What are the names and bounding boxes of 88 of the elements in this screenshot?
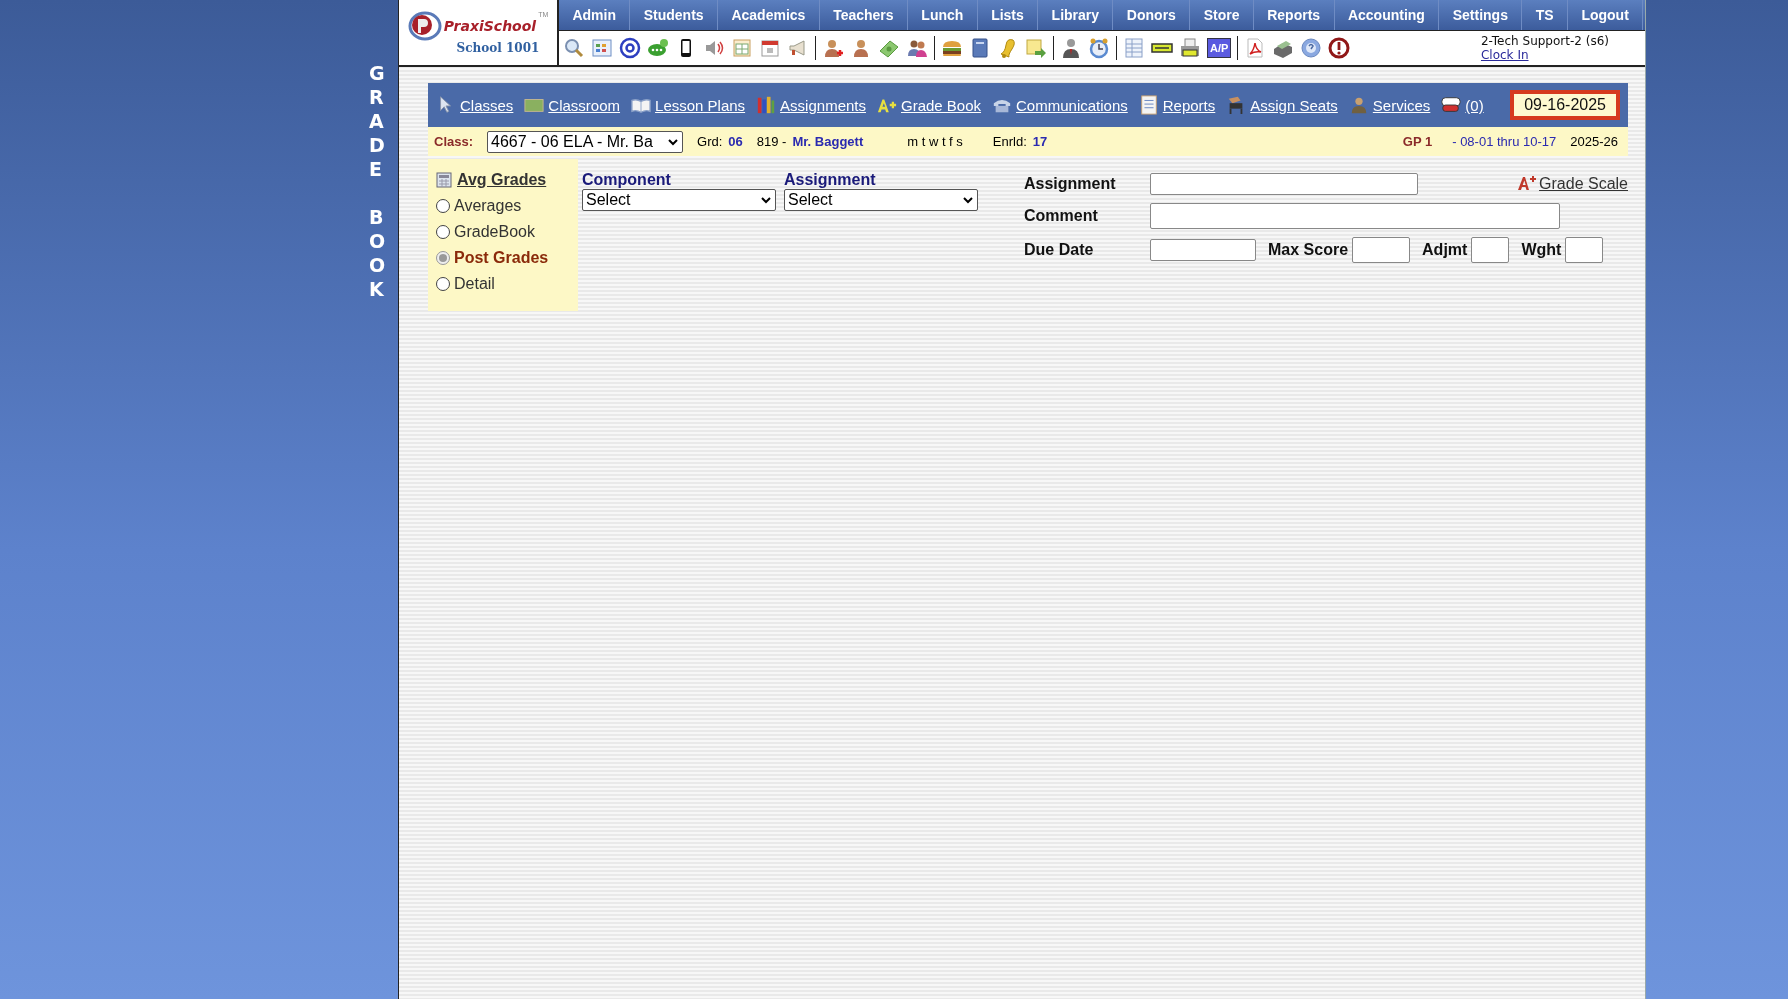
vertical-title: GRADE BOOK — [369, 63, 387, 302]
grading-period: GP 1 — [1402, 134, 1433, 149]
menu-item[interactable]: Admin — [559, 0, 631, 30]
field-label: Due Date — [1024, 241, 1095, 259]
alert-icon[interactable] — [1328, 37, 1351, 59]
menu-item[interactable]: Teachers — [819, 0, 908, 30]
class-label: Class: — [434, 134, 474, 149]
avg-grades-link[interactable]: Avg Grades — [457, 171, 547, 189]
nav-link[interactable]: Grade Book — [901, 96, 982, 114]
enrolled-count: 17 — [1032, 134, 1048, 149]
person-icon[interactable] — [1060, 37, 1082, 59]
grade-label: Grd: — [697, 134, 723, 149]
school-year: 2025-26 — [1570, 134, 1618, 149]
search-icon[interactable] — [563, 37, 585, 59]
chat-icon[interactable] — [1441, 95, 1462, 115]
field-label: Wght — [1521, 241, 1562, 259]
grid-icon[interactable] — [591, 37, 613, 59]
field-label: Adjmt — [1422, 241, 1468, 259]
view-option[interactable]: Averages — [436, 197, 570, 215]
clock-in-link[interactable]: Clock In — [1480, 48, 1529, 63]
field-label: Assignment — [1024, 175, 1117, 193]
printer-icon[interactable] — [1179, 37, 1201, 59]
menu-item[interactable]: Store — [1190, 0, 1254, 30]
note-arrow-icon[interactable] — [1025, 37, 1047, 59]
max-score-input[interactable] — [1352, 237, 1411, 263]
caret-icon — [962, 194, 974, 206]
nav-link[interactable]: Communications — [1016, 96, 1128, 114]
view-option[interactable]: Post Grades — [436, 249, 570, 267]
nav-link[interactable]: Lesson Plans — [655, 96, 746, 114]
date-display: 09-16-2025 — [1510, 90, 1620, 120]
person-plus-icon[interactable] — [822, 37, 844, 59]
assignment-input[interactable] — [1150, 173, 1418, 195]
calendar-icon[interactable] — [759, 37, 781, 59]
brand-name: PraxiSchool — [443, 17, 537, 34]
menu-item[interactable]: Lists — [977, 0, 1039, 30]
menu-item[interactable]: Reports — [1253, 0, 1335, 30]
view-option[interactable]: GradeBook — [436, 223, 570, 241]
nav-link[interactable]: Assignments — [780, 96, 866, 114]
nav-link[interactable]: Assign Seats — [1250, 96, 1338, 114]
radio-button[interactable] — [436, 225, 450, 239]
filter-select[interactable]: Select — [582, 189, 776, 211]
user-name: 2-Tech Support-2 (s6) — [1480, 33, 1609, 48]
books-icon[interactable] — [756, 95, 777, 115]
grade-scale-link[interactable]: Grade Scale — [1517, 175, 1628, 193]
caret-icon — [760, 194, 772, 206]
grade-value: 06 — [728, 134, 743, 149]
class-select[interactable]: 4667 - 06 ELA - Mr. Ba — [487, 130, 684, 153]
nav-link[interactable]: Services — [1372, 96, 1431, 114]
a-plus-icon — [1517, 175, 1538, 191]
calculator-icon — [436, 172, 452, 188]
menu-item[interactable]: Accounting — [1334, 0, 1440, 30]
period-dates: - 08-01 thru 10-17 — [1452, 134, 1557, 149]
radio-button[interactable] — [436, 199, 450, 213]
menu-item[interactable]: TS — [1522, 0, 1568, 30]
nav-link[interactable]: Classes — [460, 96, 514, 114]
field-label: Comment — [1024, 207, 1099, 225]
ap-badge[interactable]: A/P — [1207, 38, 1232, 58]
teacher-number: 819 - — [756, 134, 787, 149]
nav-link[interactable]: (0) — [1465, 96, 1484, 114]
notebook-icon[interactable] — [1138, 95, 1159, 115]
meeting-days: m t w t f s — [907, 134, 963, 149]
adjustment-input[interactable] — [1471, 237, 1510, 263]
comment-input[interactable] — [1150, 203, 1560, 229]
menu-item[interactable]: Donors — [1113, 0, 1191, 30]
field-label: Max Score — [1268, 241, 1349, 259]
logo-icon — [407, 10, 442, 41]
nav-link[interactable]: Classroom — [548, 96, 621, 114]
menu-item[interactable]: Academics — [718, 0, 820, 30]
menu-item[interactable]: Students — [630, 0, 718, 30]
enrolled-label: Enrld: — [992, 134, 1027, 149]
menu-item[interactable]: Logout — [1568, 0, 1644, 30]
filter-label: Component — [582, 171, 672, 189]
alarm-clock-icon[interactable] — [1088, 37, 1110, 59]
menu-item[interactable]: Lunch — [907, 0, 978, 30]
help-icon[interactable] — [1300, 37, 1323, 59]
view-option[interactable]: Detail — [436, 275, 570, 293]
school-name: School 1001 — [456, 40, 540, 55]
nav-link[interactable]: Reports — [1162, 96, 1216, 114]
filter-select[interactable]: Select — [784, 189, 978, 211]
teacher-name: Mr. Baggett — [792, 134, 864, 149]
menu-item[interactable]: Settings — [1439, 0, 1523, 30]
radio-button[interactable] — [436, 277, 450, 291]
due-date-input[interactable] — [1150, 239, 1256, 261]
book-icon[interactable] — [969, 37, 991, 59]
menu-item[interactable]: Library — [1038, 0, 1114, 30]
weight-input[interactable] — [1565, 237, 1604, 263]
filter-label: Assignment — [784, 171, 877, 189]
radio-button[interactable] — [436, 251, 450, 265]
